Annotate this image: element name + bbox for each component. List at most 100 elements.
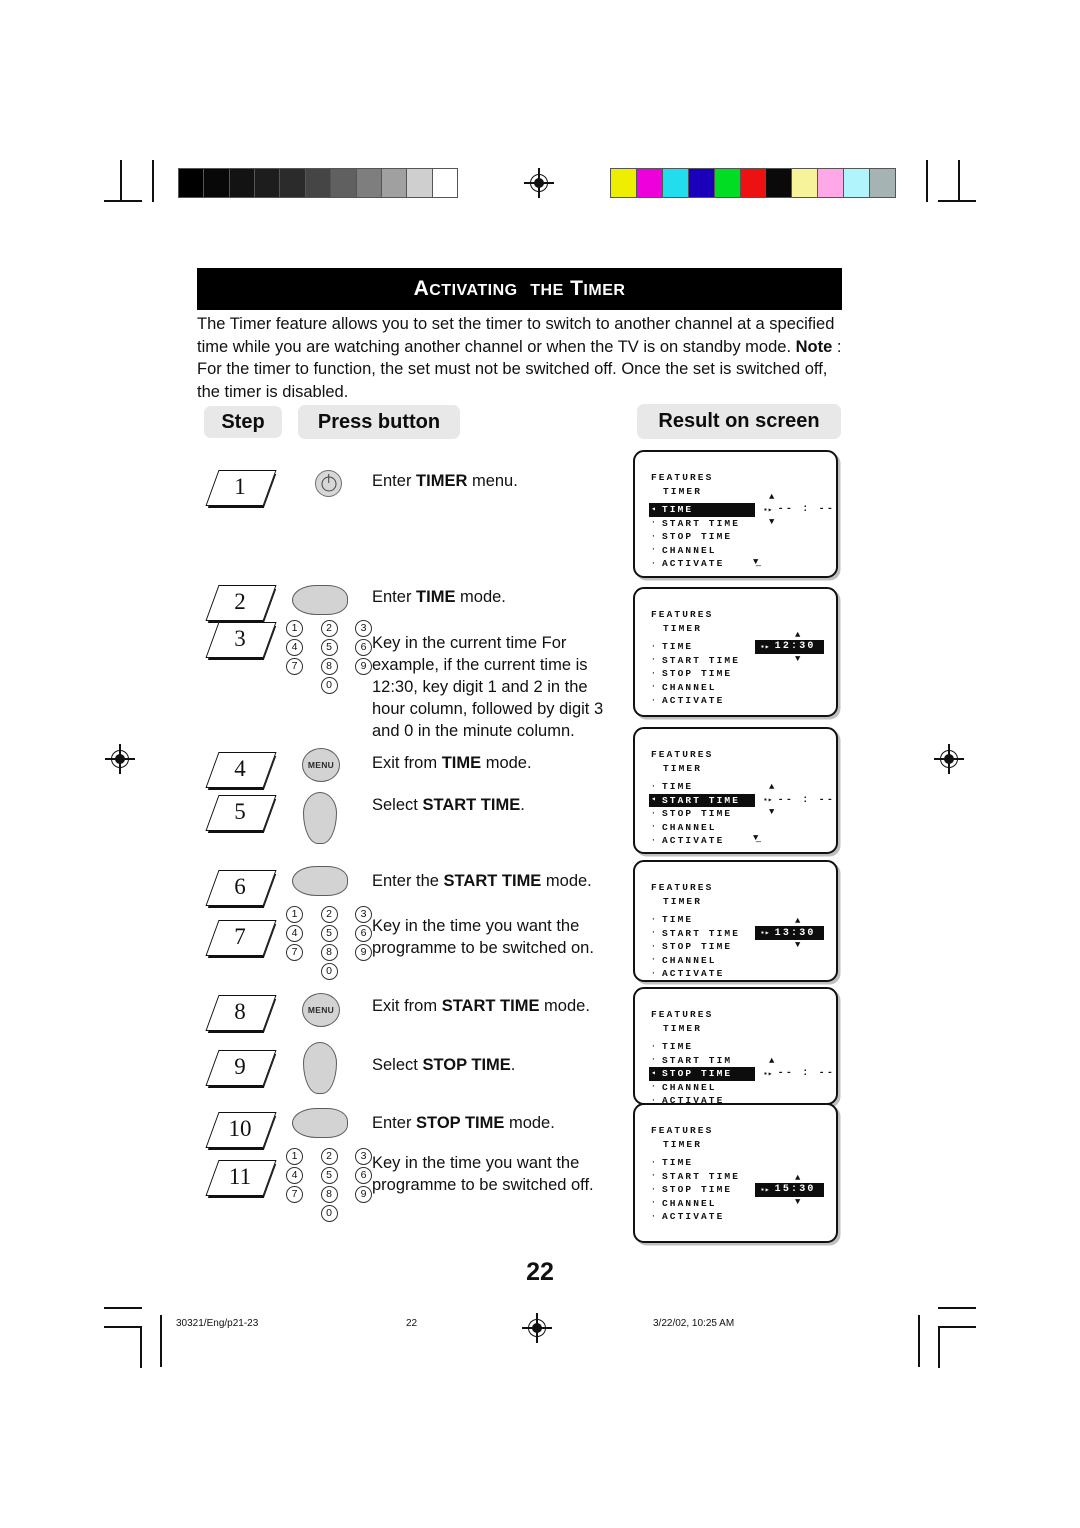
menu-item-channel[interactable]: · CHANNEL (649, 681, 755, 695)
grayscale-print-bar (178, 168, 458, 198)
menu-item-stop-time[interactable]: · STOP TIME (649, 667, 755, 681)
scroll-down-arrow-icon[interactable]: ▼ (769, 517, 774, 527)
keypad-key-2[interactable]: 2 (320, 906, 338, 923)
crop-mark-tl-h (104, 200, 142, 202)
menu-item-start-time[interactable]: · START TIME (649, 654, 755, 668)
menu-item-stop-time[interactable]: ◂ STOP TIME (649, 1067, 755, 1081)
cursor-down-button[interactable] (303, 1042, 337, 1094)
step-number-10: 10 (205, 1112, 277, 1150)
keypad-key-2[interactable]: 2 (320, 620, 338, 637)
menu-bullet-icon: ◂ (651, 795, 658, 805)
keypad-key-6[interactable]: 6 (355, 1167, 372, 1184)
scroll-up-arrow-icon[interactable]: ▲ (795, 630, 800, 640)
keypad-key-9[interactable]: 9 (355, 1186, 372, 1203)
cursor-right-button[interactable] (292, 866, 348, 896)
screen-value-field[interactable]: ▪▸ 13:30 (755, 926, 824, 940)
menu-item-time[interactable]: · TIME (649, 1040, 755, 1054)
screen-value-field[interactable]: ▪▸ -- : -- (763, 793, 835, 807)
screen-value-field[interactable]: ▪▸ 12:30 (755, 639, 824, 654)
keypad-key-6[interactable]: 6 (355, 639, 372, 656)
numeric-keypad[interactable]: 123 456 7890 (286, 906, 372, 980)
instruction-text: Enter (372, 588, 417, 606)
menu-item-start-time[interactable]: ◂ START TIME (649, 793, 755, 807)
keypad-key-5[interactable]: 5 (320, 1167, 338, 1184)
tv-screen-3: FEATURES TIMER · TIME ◂ START TIME · STOP TIME ·… (633, 727, 838, 854)
keypad-key-8[interactable]: 8 (320, 1186, 338, 1203)
keypad-key-1[interactable]: 1 (286, 906, 303, 923)
keypad-key-4[interactable]: 4 (286, 1167, 303, 1184)
keypad-key-3[interactable]: 3 (355, 906, 372, 923)
menu-item-start-time[interactable]: · START TIME (649, 517, 755, 531)
keypad-key-1[interactable]: 1 (286, 1148, 303, 1165)
scroll-up-arrow-icon[interactable]: ▲ (795, 1173, 800, 1183)
screen-value-field[interactable]: ▪▸ -- : -- (763, 1067, 835, 1081)
cursor-right-button[interactable] (292, 1108, 348, 1138)
menu-item-channel[interactable]: · CHANNEL (649, 821, 755, 835)
registration-mark-right (934, 744, 964, 774)
cursor-right-button[interactable] (292, 585, 348, 615)
cursor-down-button[interactable] (303, 792, 337, 844)
keypad-key-9[interactable]: 9 (355, 658, 372, 675)
scroll-up-arrow-icon[interactable]: ▲ (769, 1056, 774, 1066)
keypad-key-5[interactable]: 5 (320, 925, 338, 942)
step-number-label: 5 (234, 799, 246, 824)
step-number-label: 3 (234, 626, 246, 651)
keypad-key-3[interactable]: 3 (355, 620, 372, 637)
menu-item-start-time[interactable]: · START TIME (649, 927, 755, 941)
keypad-key-8[interactable]: 8 (320, 944, 338, 961)
scroll-down-arrow-icon[interactable]: ▼ (795, 941, 800, 950)
scroll-up-arrow-icon[interactable]: ▲ (795, 917, 800, 926)
menu-button[interactable]: MENU (302, 748, 340, 782)
keypad-key-8[interactable]: 8 (320, 658, 338, 675)
keypad-key-0[interactable]: 0 (320, 1205, 338, 1222)
scroll-up-arrow-icon[interactable]: ▲ (769, 783, 774, 792)
step-number-label: 4 (234, 756, 246, 781)
keypad-key-5[interactable]: 5 (320, 639, 338, 656)
menu-item-time[interactable]: · TIME (649, 640, 755, 654)
keypad-key-2[interactable]: 2 (320, 1148, 338, 1165)
step-number-5: 5 (205, 795, 277, 833)
menu-item-activate[interactable]: · ACTIVATE (649, 1210, 755, 1224)
menu-item-activate[interactable]: · ACTIVATE (649, 694, 755, 708)
menu-item-stop-time[interactable]: · STOP TIME (649, 1183, 755, 1197)
keypad-key-1[interactable]: 1 (286, 620, 303, 637)
keypad-key-7[interactable]: 7 (286, 1186, 303, 1203)
menu-item-time[interactable]: · TIME (649, 1156, 755, 1170)
keypad-key-7[interactable]: 7 (286, 658, 303, 675)
keypad-key-4[interactable]: 4 (286, 925, 303, 942)
menu-bullet-icon: · (651, 1041, 658, 1051)
menu-item-start-time[interactable]: · START TIME (649, 1170, 755, 1184)
color-swatch (740, 169, 767, 197)
keypad-key-7[interactable]: 7 (286, 944, 303, 961)
screen-value-field[interactable]: ▪▸ 15:30 (755, 1182, 824, 1197)
scroll-down-arrow-icon[interactable]: ▼ (795, 654, 800, 664)
keypad-key-3[interactable]: 3 (355, 1148, 372, 1165)
numeric-keypad[interactable]: 123 456 7890 (286, 620, 372, 694)
numeric-keypad[interactable]: 123 456 7890 (286, 1148, 372, 1222)
power-button[interactable] (315, 470, 342, 497)
menu-item-start-tim[interactable]: · START TIM (649, 1054, 755, 1068)
menu-item-stop-time[interactable]: · STOP TIME (649, 807, 755, 821)
screen-value-field[interactable]: ▪▸ -- : -- (763, 503, 835, 517)
keypad-key-9[interactable]: 9 (355, 944, 372, 961)
scroll-down-arrow-icon[interactable]: ▼ (795, 1197, 800, 1207)
menu-item-channel[interactable]: · CHANNEL (649, 954, 755, 968)
keypad-key-0[interactable]: 0 (320, 677, 338, 694)
menu-item-channel[interactable]: · CHANNEL (649, 1081, 755, 1095)
keypad-key-0[interactable]: 0 (320, 963, 338, 980)
menu-item-activate[interactable]: · ACTIVATE (649, 834, 755, 848)
menu-item-time[interactable]: · TIME (649, 780, 755, 794)
menu-item-activate[interactable]: · ACTIVATE (649, 557, 755, 571)
menu-item-time[interactable]: ◂ TIME (649, 503, 755, 517)
menu-item-stop-time[interactable]: · STOP TIME (649, 530, 755, 544)
scroll-down-arrow-icon[interactable]: ▼ (769, 808, 774, 817)
menu-button[interactable]: MENU (302, 993, 340, 1027)
scroll-up-arrow-icon[interactable]: ▲ (769, 492, 774, 502)
menu-item-activate[interactable]: · ACTIVATE (649, 967, 755, 981)
menu-item-stop-time[interactable]: · STOP TIME (649, 940, 755, 954)
keypad-key-4[interactable]: 4 (286, 639, 303, 656)
menu-item-channel[interactable]: · CHANNEL (649, 544, 755, 558)
menu-item-time[interactable]: · TIME (649, 913, 755, 927)
keypad-key-6[interactable]: 6 (355, 925, 372, 942)
menu-item-channel[interactable]: · CHANNEL (649, 1197, 755, 1211)
